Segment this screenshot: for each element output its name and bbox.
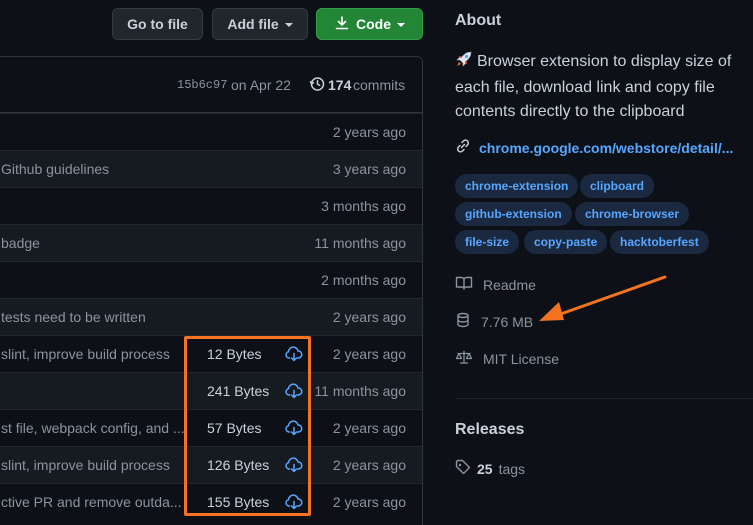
topic-hacktoberfest[interactable]: hacktoberfest (610, 230, 709, 254)
add-file-label: Add file (227, 16, 279, 32)
file-row[interactable]: 2 months ago (0, 261, 422, 298)
commit-message[interactable]: Github guidelines (1, 161, 109, 177)
commit-count[interactable]: 174 (328, 77, 351, 93)
readme-link[interactable]: Readme (455, 275, 536, 294)
chevron-down-icon (397, 23, 405, 27)
tags-label[interactable]: tags (499, 461, 525, 477)
commit-age: 2 years ago (332, 457, 406, 473)
commits-label[interactable]: commits (353, 77, 405, 93)
commit-age: 2 years ago (332, 124, 406, 140)
topic-file-size[interactable]: file-size (455, 230, 520, 254)
commit-age: 2 years ago (332, 494, 406, 510)
repo-size-label: 7.76 MB (481, 313, 534, 330)
go-to-file-label: Go to file (127, 16, 188, 32)
commit-message[interactable]: ctive PR and remove outda... (1, 494, 182, 510)
commit-age: 2 years ago (332, 420, 406, 436)
file-row[interactable]: Github guidelines 3 years ago (0, 150, 422, 187)
topic-chrome-browser[interactable]: chrome-browser (575, 202, 690, 226)
book-icon (455, 275, 473, 294)
file-row[interactable]: 3 months ago (0, 187, 422, 224)
scale-icon (455, 349, 473, 368)
repo-description: Browser extension to display size of eac… (455, 50, 745, 124)
commit-age: 3 years ago (332, 161, 406, 177)
commit-sha-link[interactable]: 15b6c97 (177, 78, 227, 92)
latest-commit-bar: 15b6c97 on Apr 22 174 commits (0, 57, 422, 113)
tag-icon (455, 459, 471, 478)
commit-date: on Apr 22 (231, 77, 291, 93)
add-file-button[interactable]: Add file (212, 8, 308, 40)
size-annotation-box (184, 336, 311, 516)
commit-message[interactable]: slint, improve build process (1, 346, 170, 362)
code-button[interactable]: Code (316, 8, 423, 40)
commit-message[interactable]: slint, improve build process (1, 457, 170, 473)
topic-github-extension[interactable]: github-extension (455, 202, 572, 226)
file-row[interactable]: badge 11 months ago (0, 224, 422, 261)
commit-age: 2 years ago (332, 346, 406, 362)
sidebar-divider (455, 398, 753, 399)
repo-size: 7.76 MB (455, 312, 533, 331)
license-link[interactable]: MIT License (455, 349, 559, 368)
topic-clipboard[interactable]: clipboard (580, 174, 655, 198)
database-icon (455, 312, 471, 331)
file-row[interactable]: tests need to be written 2 years ago (0, 298, 422, 335)
tag-count[interactable]: 25 (477, 461, 493, 477)
code-label: Code (356, 16, 391, 32)
readme-label[interactable]: Readme (483, 277, 536, 293)
go-to-file-button[interactable]: Go to file (112, 8, 203, 40)
file-row[interactable]: 2 years ago (0, 113, 422, 150)
tags-link[interactable]: 25 tags (455, 459, 525, 478)
commit-age: 2 years ago (332, 309, 406, 325)
commit-message[interactable]: tests need to be written (1, 309, 146, 325)
history-icon (309, 76, 325, 95)
website-link[interactable]: chrome.google.com/webstore/detail/... (455, 138, 733, 157)
rocket-icon (455, 50, 473, 76)
releases-heading[interactable]: Releases (455, 421, 524, 439)
website-url[interactable]: chrome.google.com/webstore/detail/... (479, 140, 733, 156)
link-icon (455, 138, 471, 157)
topic-copy-paste[interactable]: copy-paste (524, 230, 608, 254)
chevron-down-icon (284, 23, 293, 27)
description-text: Browser extension to display size of eac… (455, 53, 732, 120)
license-label[interactable]: MIT License (483, 351, 559, 367)
download-icon (334, 15, 350, 34)
commit-age: 11 months ago (314, 235, 406, 251)
commit-message[interactable]: st file, webpack config, and ... (1, 420, 185, 436)
commit-age: 11 months ago (314, 383, 406, 399)
about-heading: About (455, 12, 502, 29)
commit-age: 2 months ago (321, 272, 406, 288)
annotation-arrow (535, 272, 670, 332)
commit-message[interactable]: badge (1, 235, 40, 251)
commit-age: 3 months ago (321, 198, 406, 214)
topic-chrome-extension[interactable]: chrome-extension (455, 174, 579, 198)
